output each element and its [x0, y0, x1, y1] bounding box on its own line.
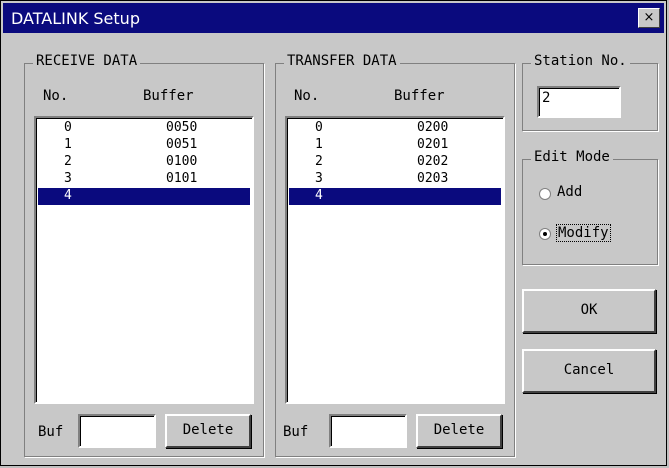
ok-button[interactable]: OK — [522, 289, 656, 333]
list-item-no: 2 — [315, 154, 323, 169]
list-item-no: 4 — [64, 188, 72, 203]
list-item-no: 1 — [64, 137, 72, 152]
receive-data-title: RECEIVE DATA — [33, 53, 141, 69]
list-item[interactable]: 4 — [38, 188, 250, 205]
list-item-no: 3 — [315, 171, 323, 186]
modify-radio-label: Modify — [556, 224, 611, 242]
list-item[interactable]: 0 0200 — [289, 120, 501, 137]
list-item[interactable]: 1 0201 — [289, 137, 501, 154]
receive-data-list[interactable]: 0 0050 1 0051 2 0100 3 0101 4 — [34, 116, 254, 404]
receive-col-no: No. — [43, 88, 69, 104]
list-item[interactable]: 0 0050 — [38, 120, 250, 137]
edit-mode-title: Edit Mode — [531, 149, 613, 165]
station-no-title: Station No. — [531, 53, 630, 69]
close-icon: × — [643, 10, 655, 25]
transfer-data-list[interactable]: 0 0200 1 0201 2 0202 3 0203 4 — [285, 116, 505, 404]
list-item-buffer: 0050 — [166, 120, 198, 135]
add-radio-button[interactable] — [539, 188, 551, 200]
add-radio-label: Add — [557, 184, 583, 200]
receive-data-group: RECEIVE DATA No. Buffer 0 0050 1 0051 2 0100 3… — [24, 53, 264, 457]
station-no-group: Station No. 2 — [522, 53, 658, 131]
transfer-delete-button[interactable]: Delete — [416, 414, 502, 448]
list-item-no: 0 — [315, 120, 323, 135]
receive-buf-input[interactable] — [78, 414, 156, 448]
modify-radio-button[interactable] — [539, 228, 551, 240]
list-item-no: 4 — [315, 188, 323, 203]
list-item-buffer: 0200 — [417, 120, 449, 135]
edit-mode-group: Edit Mode Add Modify — [522, 149, 658, 265]
station-no-input[interactable]: 2 — [537, 86, 621, 118]
transfer-col-no: No. — [294, 88, 320, 104]
list-item-no: 1 — [315, 137, 323, 152]
receive-buf-label: Buf — [38, 424, 64, 440]
transfer-data-title: TRANSFER DATA — [284, 53, 400, 69]
add-radio-option[interactable]: Add — [539, 184, 639, 206]
list-item-no: 2 — [64, 154, 72, 169]
window-title: DATALINK Setup — [11, 9, 140, 28]
modify-radio-option[interactable]: Modify — [539, 224, 639, 246]
receive-col-buffer: Buffer — [143, 88, 194, 104]
list-item[interactable]: 2 0100 — [38, 154, 250, 171]
list-item-no: 0 — [64, 120, 72, 135]
cancel-button[interactable]: Cancel — [522, 349, 656, 393]
close-button[interactable]: × — [638, 8, 660, 28]
list-item[interactable]: 3 0203 — [289, 171, 501, 188]
list-item[interactable]: 3 0101 — [38, 171, 250, 188]
list-item-buffer: 0202 — [417, 154, 449, 169]
title-bar[interactable]: DATALINK Setup × — [3, 3, 664, 33]
list-item-buffer: 0203 — [417, 171, 449, 186]
transfer-data-group: TRANSFER DATA No. Buffer 0 0200 1 0201 2 0202… — [275, 53, 515, 457]
list-item-buffer: 0101 — [166, 171, 198, 186]
list-item[interactable]: 4 — [289, 188, 501, 205]
list-item[interactable]: 2 0202 — [289, 154, 501, 171]
list-item[interactable]: 1 0051 — [38, 137, 250, 154]
transfer-buf-input[interactable] — [329, 414, 407, 448]
transfer-buf-label: Buf — [283, 424, 309, 440]
transfer-col-buffer: Buffer — [394, 88, 445, 104]
list-item-buffer: 0100 — [166, 154, 198, 169]
list-item-no: 3 — [64, 171, 72, 186]
datalink-setup-dialog: DATALINK Setup × RECEIVE DATA No. Buffer… — [0, 0, 667, 466]
list-item-buffer: 0051 — [166, 137, 198, 152]
receive-delete-button[interactable]: Delete — [165, 414, 251, 448]
list-item-buffer: 0201 — [417, 137, 449, 152]
